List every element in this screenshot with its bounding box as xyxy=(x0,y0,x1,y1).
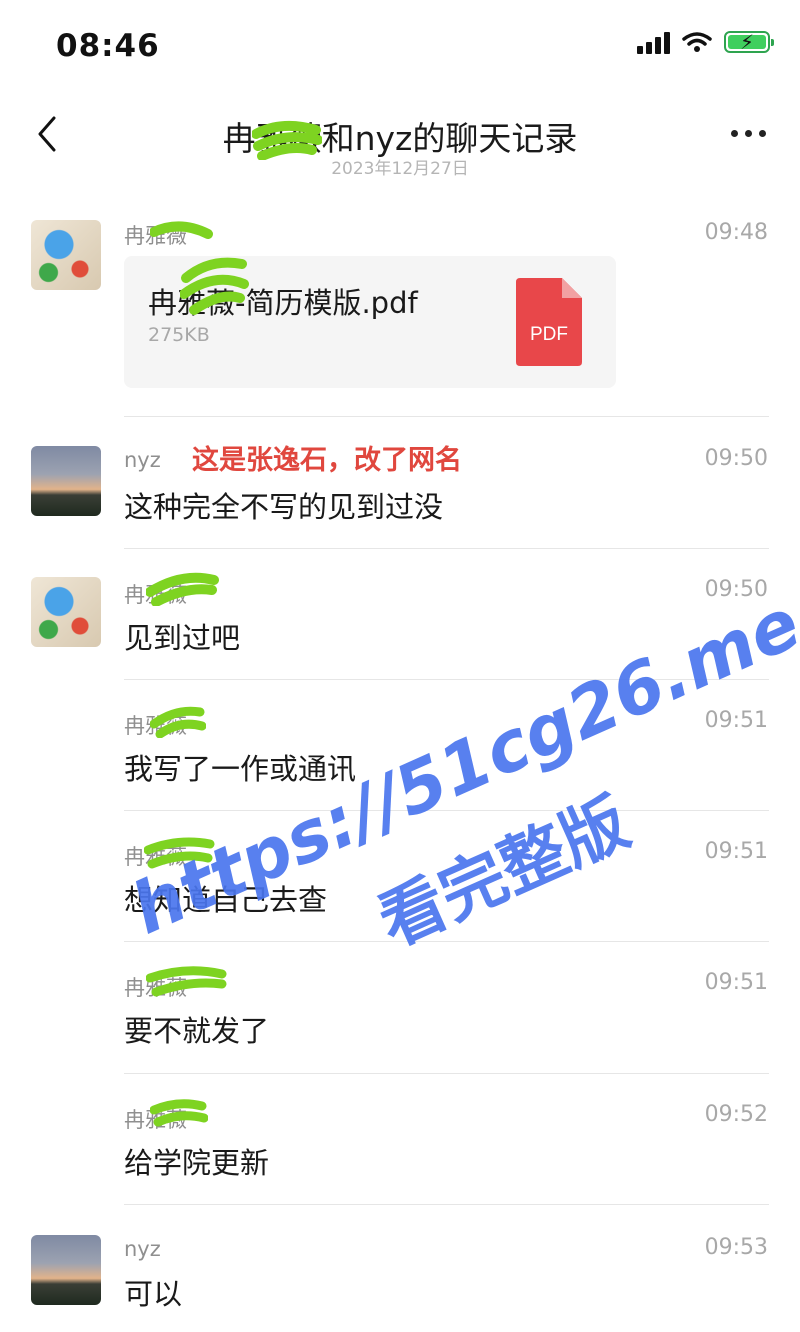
file-size: 275KB xyxy=(148,324,210,346)
message-time: 09:50 xyxy=(704,577,768,602)
redaction-scribble xyxy=(144,837,215,869)
divider xyxy=(124,679,769,680)
avatar[interactable] xyxy=(31,1235,101,1305)
divider xyxy=(124,941,769,942)
battery-charging-icon: ⚡ xyxy=(724,31,774,53)
more-options-icon[interactable] xyxy=(731,130,766,137)
divider xyxy=(124,810,769,811)
divider xyxy=(124,548,769,549)
sender-name: nyz xyxy=(124,1237,161,1261)
message-text: 给学院更新 xyxy=(124,1146,270,1180)
cellular-signal-icon xyxy=(637,30,670,54)
sender-name: nyz xyxy=(124,448,161,472)
redaction-scribble xyxy=(150,706,206,738)
pdf-icon-label: PDF xyxy=(530,324,568,345)
message-text: 我写了一作或通讯 xyxy=(124,752,357,786)
redaction-scribble xyxy=(180,257,249,315)
avatar[interactable] xyxy=(31,446,101,516)
status-time: 08:46 xyxy=(56,28,160,64)
status-icons: ⚡ xyxy=(637,30,774,54)
message-time: 09:51 xyxy=(704,970,768,995)
back-chevron-icon[interactable] xyxy=(28,112,72,156)
message-time: 09:51 xyxy=(704,708,768,733)
watermark-text: 看完整版 xyxy=(367,783,640,962)
chat-date: 2023年12月27日 xyxy=(331,159,469,179)
redaction-scribble xyxy=(146,572,219,606)
message-text: 想知道自己去查 xyxy=(124,883,328,917)
redaction-scribble xyxy=(150,221,213,239)
pdf-file-icon: PDF xyxy=(516,278,582,366)
wifi-icon xyxy=(682,32,712,52)
redaction-scribble xyxy=(150,1099,208,1127)
message-text: 要不就发了 xyxy=(124,1014,270,1048)
chat-title: 冉雅薇和nyz的聊天记录 xyxy=(222,119,578,158)
avatar[interactable] xyxy=(31,220,101,290)
avatar[interactable] xyxy=(31,577,101,647)
redaction-scribble xyxy=(146,966,227,997)
red-annotation: 这是张逸石，改了网名 xyxy=(192,445,462,476)
message-text: 可以 xyxy=(124,1277,183,1311)
divider xyxy=(124,1204,769,1205)
redaction-scribble xyxy=(252,120,322,160)
divider xyxy=(124,416,769,417)
message-time: 09:48 xyxy=(704,220,768,245)
message-time: 09:52 xyxy=(704,1102,768,1127)
message-time: 09:50 xyxy=(704,446,768,471)
message-text: 这种完全不写的见到过没 xyxy=(124,490,444,524)
message-text: 见到过吧 xyxy=(124,621,241,655)
message-time: 09:53 xyxy=(704,1235,768,1260)
message-time: 09:51 xyxy=(704,839,768,864)
divider xyxy=(124,1073,769,1074)
